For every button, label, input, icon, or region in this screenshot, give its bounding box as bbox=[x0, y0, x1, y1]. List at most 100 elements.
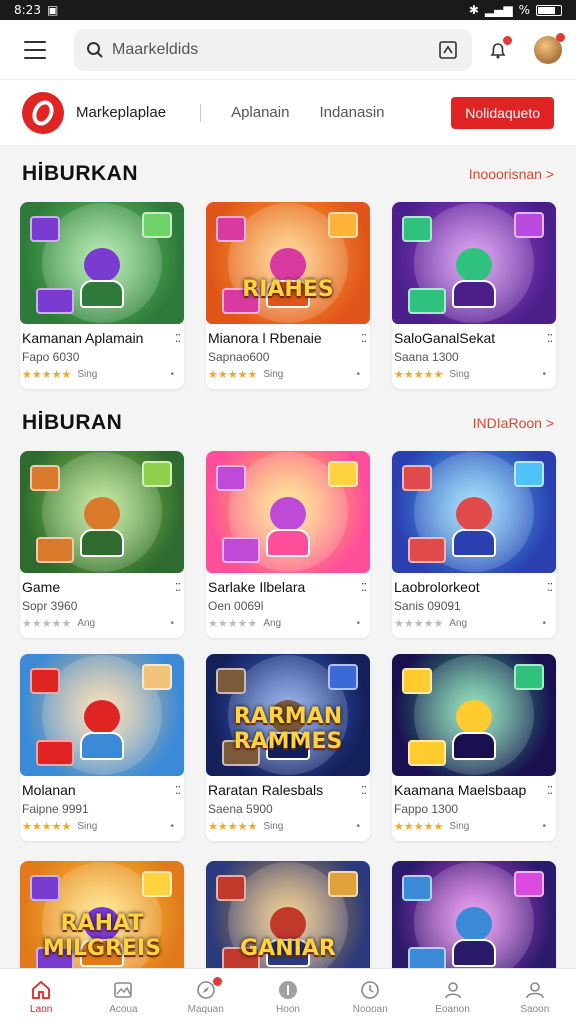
top-app-bar bbox=[0, 20, 576, 80]
app-card[interactable]: Kaamana Maelsbaap ⁚⁚ Fappo 1300 ★★★★★ Sing • bbox=[392, 654, 556, 841]
character-icon bbox=[452, 700, 496, 762]
more-options-icon[interactable]: ⁚⁚ bbox=[547, 332, 553, 345]
rating-row: ★★★★★ Sing • bbox=[394, 368, 552, 381]
app-card[interactable]: RIAHES Mianora l Rbenaie ⁚⁚ Sapnao600 ★★★★★ S… bbox=[206, 202, 370, 389]
nav-item-1[interactable]: Acoua bbox=[93, 979, 153, 1015]
star-rating-icon: ★★★★★ bbox=[22, 369, 72, 381]
notification-icon: ▣ bbox=[46, 3, 59, 17]
more-options-icon[interactable]: ⁚⁚ bbox=[361, 581, 367, 594]
app-thumbnail[interactable] bbox=[206, 451, 370, 573]
section-see-all-link[interactable]: Inooorisnan > bbox=[469, 166, 554, 182]
app-name: Mianora l Rbenaie bbox=[208, 330, 322, 346]
card-grid: Kamanan Aplamain ⁚⁚ Fapo 6030 ★★★★★ Sing • RIA… bbox=[20, 202, 556, 389]
app-subtitle: Saena 5900 bbox=[208, 802, 273, 816]
card-info: Sarlake Ilbelara ⁚⁚ Oen 0069l ★★★★★ Ang • bbox=[206, 573, 370, 638]
rating-label: Sing bbox=[263, 821, 284, 832]
app-card[interactable]: RAHAT MILGREIS bbox=[20, 861, 184, 983]
app-thumbnail[interactable] bbox=[392, 202, 556, 324]
more-options-icon[interactable]: ⁚⁚ bbox=[547, 784, 553, 797]
app-card[interactable]: Sarlake Ilbelara ⁚⁚ Oen 0069l ★★★★★ Ang • bbox=[206, 451, 370, 638]
brand-link-apps[interactable]: Aplanain bbox=[231, 104, 289, 121]
section-header: HİBURAN INDIaRoon > bbox=[20, 411, 556, 435]
status-bar: 8:23 ▣ ✱ ▂▄▆ % bbox=[0, 0, 576, 20]
app-name: Molanan bbox=[22, 782, 76, 798]
app-thumbnail[interactable] bbox=[392, 451, 556, 573]
search-bar[interactable] bbox=[74, 28, 472, 71]
app-thumbnail[interactable]: GANIAR bbox=[206, 861, 370, 983]
search-icon bbox=[87, 41, 103, 58]
overflow-dot-icon: • bbox=[356, 821, 360, 832]
more-options-icon[interactable]: ⁚⁚ bbox=[175, 332, 181, 345]
app-card[interactable]: Laobrolorkeot ⁚⁚ Sanis 09091 ★★★★★ Ang • bbox=[392, 451, 556, 638]
rating-label: Sing bbox=[449, 369, 470, 380]
brand-link-indonesia[interactable]: Indanasin bbox=[319, 104, 384, 121]
app-thumbnail[interactable] bbox=[20, 202, 184, 324]
more-options-icon[interactable]: ⁚⁚ bbox=[361, 784, 367, 797]
avatar[interactable] bbox=[534, 32, 565, 64]
more-options-icon[interactable]: ⁚⁚ bbox=[361, 332, 367, 345]
section-title: HİBURKAN bbox=[22, 162, 138, 185]
avatar-badge bbox=[556, 32, 565, 42]
search-input[interactable] bbox=[112, 40, 428, 59]
more-options-icon[interactable]: ⁚⁚ bbox=[175, 581, 181, 594]
app-card[interactable]: Kamanan Aplamain ⁚⁚ Fapo 6030 ★★★★★ Sing • bbox=[20, 202, 184, 389]
rating-row: ★★★★★ Ang • bbox=[208, 617, 366, 630]
app-thumbnail[interactable] bbox=[392, 861, 556, 983]
brand-name[interactable]: Markeplaplae bbox=[76, 104, 166, 121]
rating-row: ★★★★★ Sing • bbox=[208, 368, 366, 381]
app-name: Laobrolorkeot bbox=[394, 579, 480, 595]
section-see-all-link[interactable]: INDIaRoon > bbox=[473, 415, 554, 431]
nav-item-2[interactable]: Maquan bbox=[176, 976, 236, 1015]
nav-label: Saoon bbox=[520, 1003, 550, 1015]
app-name: Kamanan Aplamain bbox=[22, 330, 144, 346]
app-card[interactable]: Molanan ⁚⁚ Faipne 9991 ★★★★★ Sing • bbox=[20, 654, 184, 841]
overflow-dot-icon: • bbox=[356, 618, 360, 629]
nav-item-5[interactable]: Eoanon bbox=[423, 979, 483, 1015]
app-thumbnail[interactable] bbox=[20, 451, 184, 573]
app-thumbnail[interactable]: RIAHES bbox=[206, 202, 370, 324]
star-rating-icon: ★★★★★ bbox=[394, 821, 444, 833]
star-rating-icon: ★★★★★ bbox=[394, 369, 444, 381]
app-subtitle: Sanis 09091 bbox=[394, 599, 461, 613]
section-3: RAHAT MILGREIS GANIAR bbox=[0, 841, 576, 983]
star-rating-icon: ★★★★★ bbox=[22, 821, 72, 833]
card-info: Kamanan Aplamain ⁚⁚ Fapo 6030 ★★★★★ Sing • bbox=[20, 324, 184, 389]
rating-row: ★★★★★ Sing • bbox=[22, 820, 180, 833]
notification-badge bbox=[503, 35, 512, 45]
nav-item-6[interactable]: Saoon bbox=[505, 979, 565, 1015]
star-rating-icon: ★★★★★ bbox=[22, 618, 72, 630]
notifications-button[interactable] bbox=[486, 35, 512, 62]
more-options-icon[interactable]: ⁚⁚ bbox=[175, 784, 181, 797]
app-subtitle: Fapo 6030 bbox=[22, 350, 80, 364]
card-grid: Game ⁚⁚ Sopr 3960 ★★★★★ Ang • Sarlake Ilbelara… bbox=[20, 451, 556, 638]
app-subtitle: Oen 0069l bbox=[208, 599, 264, 613]
card-info: Game ⁚⁚ Sopr 3960 ★★★★★ Ang • bbox=[20, 573, 184, 638]
status-time: 8:23 bbox=[14, 3, 41, 17]
more-options-icon[interactable]: ⁚⁚ bbox=[547, 581, 553, 594]
nav-item-4[interactable]: Noooan bbox=[340, 979, 400, 1015]
nav-item-0[interactable]: Laon bbox=[11, 979, 71, 1015]
app-name: SaloGanalSekat bbox=[394, 330, 496, 346]
rating-label: Ang bbox=[263, 618, 282, 629]
overflow-dot-icon: • bbox=[170, 369, 174, 380]
app-card[interactable] bbox=[392, 861, 556, 983]
hamburger-menu-icon[interactable] bbox=[24, 40, 46, 59]
section-header: HİBURKAN Inooorisnan > bbox=[20, 162, 556, 186]
nav-label: Noooan bbox=[352, 1003, 388, 1015]
cta-button[interactable]: Nolidaqueto bbox=[451, 96, 554, 129]
app-thumbnail[interactable] bbox=[392, 654, 556, 776]
app-card[interactable]: GANIAR bbox=[206, 861, 370, 983]
app-card[interactable]: Game ⁚⁚ Sopr 3960 ★★★★★ Ang • bbox=[20, 451, 184, 638]
brand-logo-icon[interactable] bbox=[22, 91, 64, 134]
divider bbox=[200, 103, 202, 122]
nav-item-3[interactable]: Hoon bbox=[258, 979, 318, 1015]
star-rating-icon: ★★★★★ bbox=[208, 618, 258, 630]
app-card[interactable]: RARMAN RAMMES Raratan Ralesbals ⁚⁚ Saena 59… bbox=[206, 654, 370, 841]
app-card[interactable]: SaloGanalSekat ⁚⁚ Saana 1300 ★★★★★ Sing • bbox=[392, 202, 556, 389]
app-thumbnail[interactable]: RAHAT MILGREIS bbox=[20, 861, 184, 983]
app-thumbnail[interactable]: RARMAN RAMMES bbox=[206, 654, 370, 776]
bluetooth-icon: ✱ bbox=[468, 3, 479, 17]
rating-label: Sing bbox=[263, 369, 284, 380]
app-thumbnail[interactable] bbox=[20, 654, 184, 776]
scan-button[interactable] bbox=[436, 38, 460, 62]
